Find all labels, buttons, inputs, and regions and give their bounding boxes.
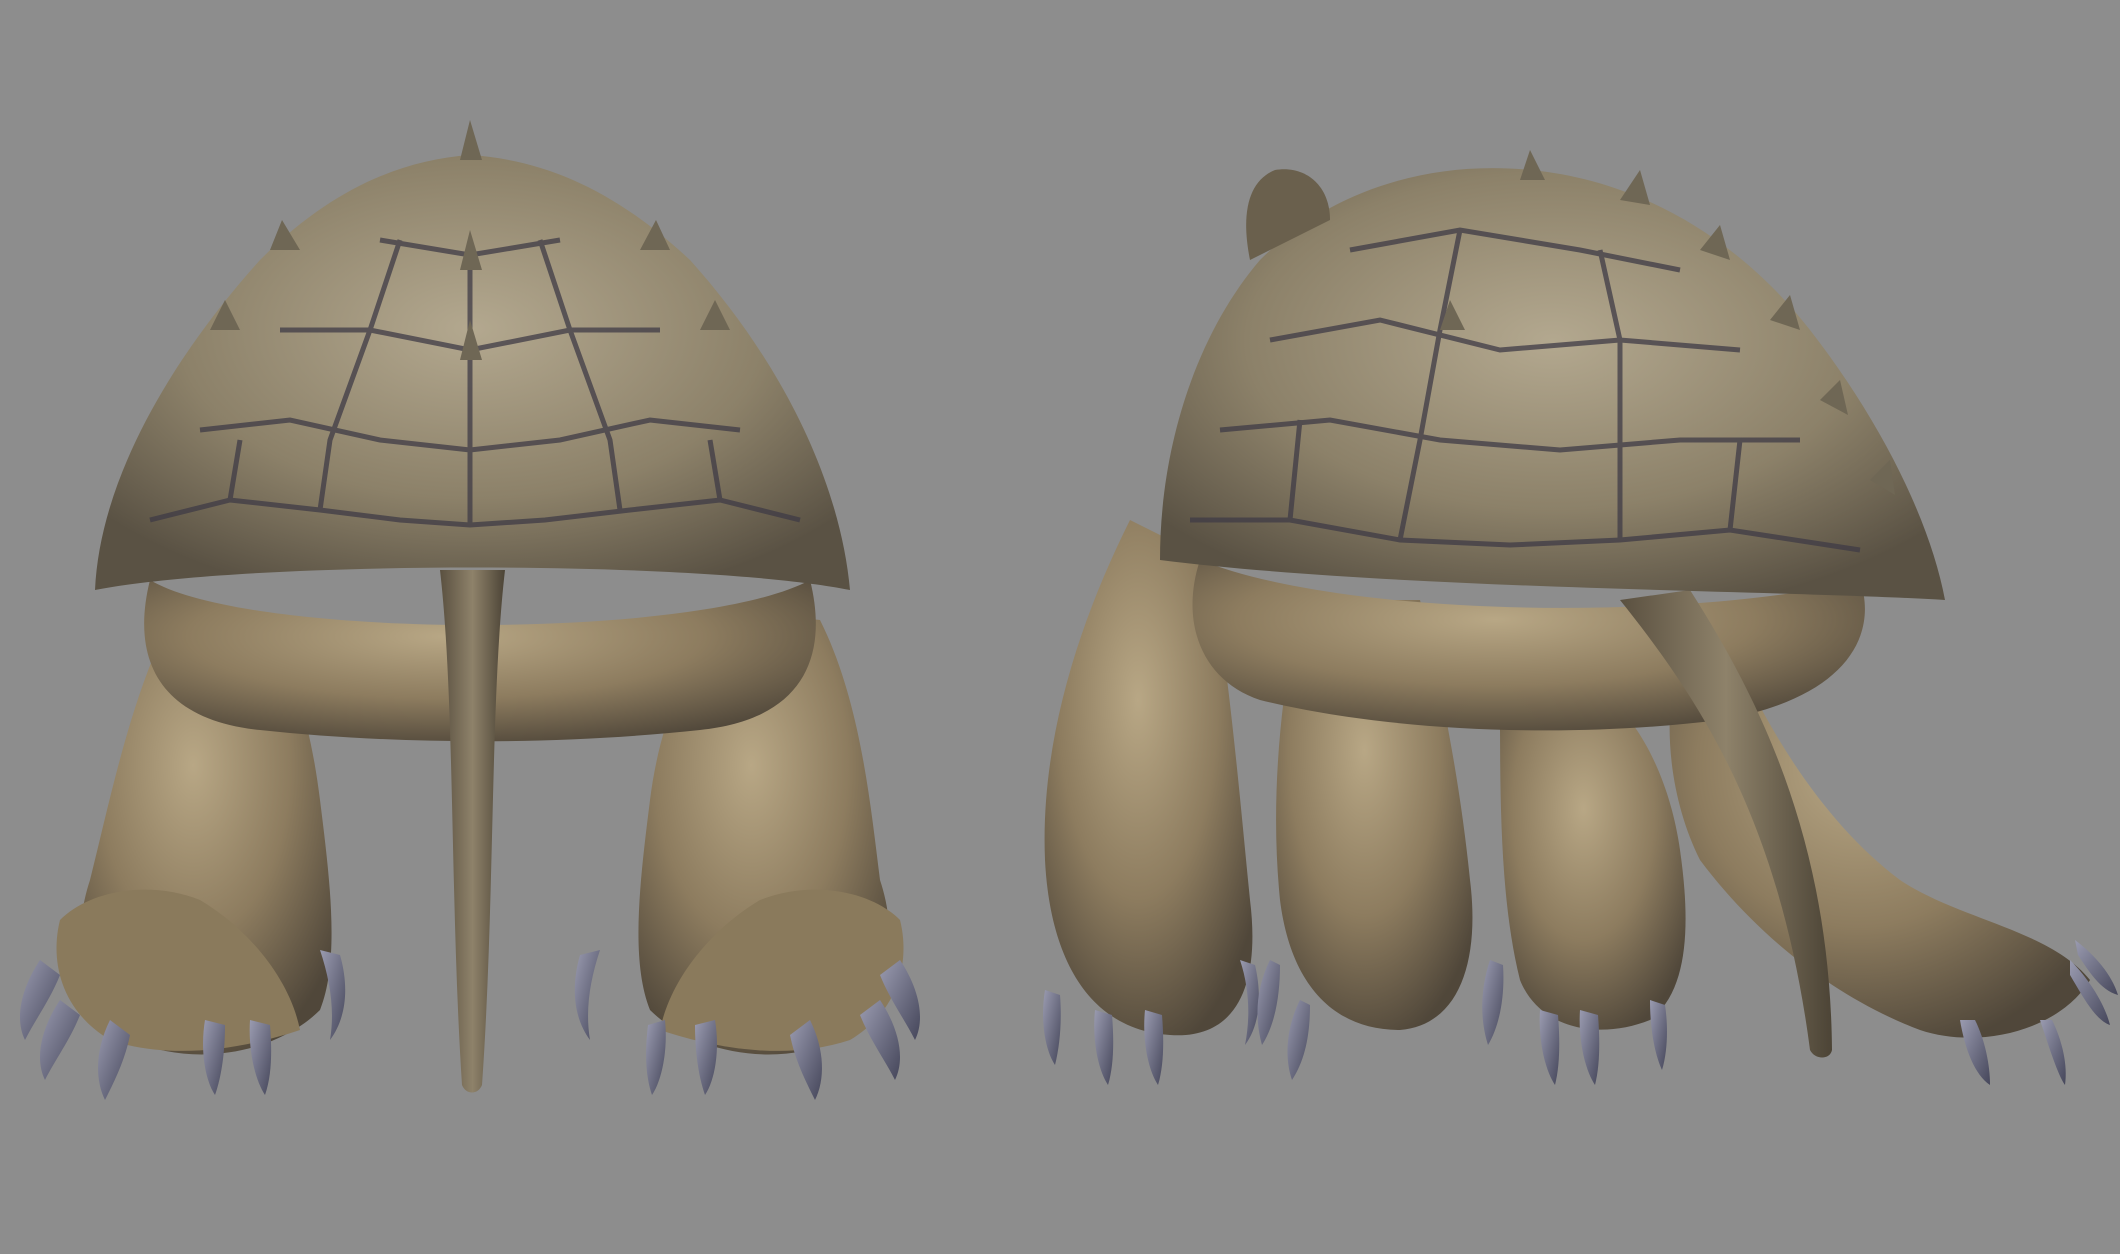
viewport-canvas — [0, 0, 2120, 1254]
turtle-three-quarter-view — [1043, 150, 2118, 1085]
turtle-back-view — [20, 120, 920, 1100]
tail — [440, 570, 505, 1093]
render-svg — [20, 120, 2118, 1100]
